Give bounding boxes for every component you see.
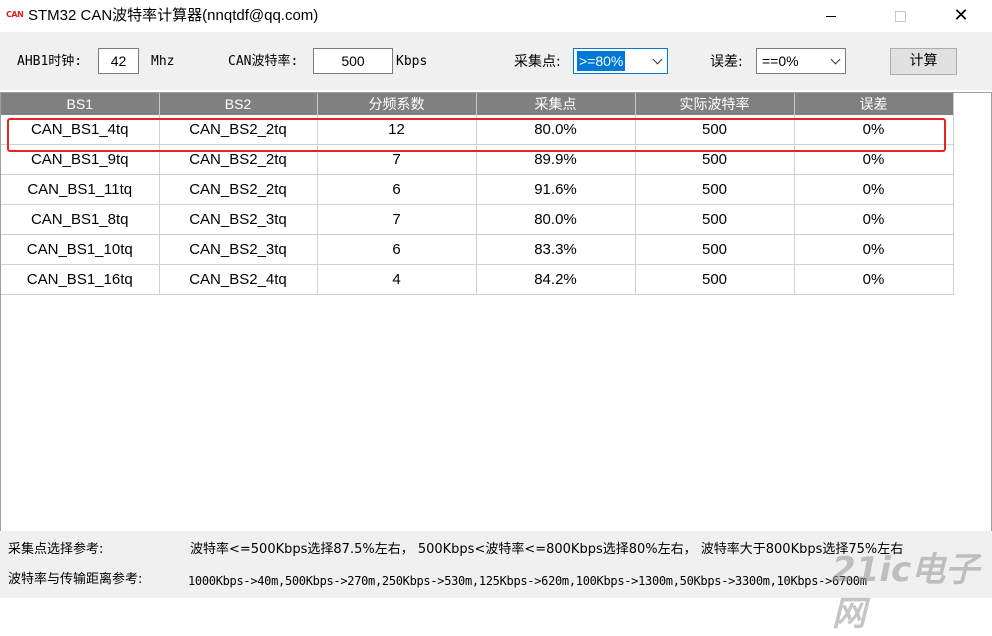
chevron-down-icon xyxy=(652,54,663,65)
table-cell: 500 xyxy=(635,144,795,175)
table-cell: CAN_BS2_2tq xyxy=(159,144,318,175)
maximize-icon xyxy=(894,10,906,22)
table-cell: CAN_BS1_16tq xyxy=(1,264,160,295)
table-cell: CAN_BS1_4tq xyxy=(1,115,160,145)
table-cell: 4 xyxy=(317,264,477,295)
results-table: BS1 BS2 分频系数 采集点 实际波特率 误差 CAN_BS1_4tq CA… xyxy=(1,93,954,295)
table-cell: CAN_BS2_2tq xyxy=(159,174,318,205)
window-title: STM32 CAN波特率计算器(nnqtdf@qq.com) xyxy=(28,7,319,24)
table-row[interactable]: CAN_BS1_8tq CAN_BS2_3tq 7 80.0% 500 0% xyxy=(1,204,954,235)
baud-rate-input[interactable]: 500 xyxy=(313,48,393,74)
baud-rate-unit: Kbps xyxy=(396,54,428,69)
table-cell: 500 xyxy=(635,204,795,235)
chevron-down-icon xyxy=(830,54,841,65)
table-cell: 500 xyxy=(635,234,795,265)
sample-point-value: >=80% xyxy=(577,51,626,71)
column-header-error[interactable]: 误差 xyxy=(794,93,954,115)
watermark-logo: 21ic电子网 xyxy=(832,550,980,634)
table-cell: 500 xyxy=(635,264,795,295)
table-cell: 12 xyxy=(317,115,477,145)
table-row[interactable]: CAN_BS1_4tq CAN_BS2_2tq 12 80.0% 500 0% xyxy=(1,115,954,145)
maximize-button[interactable] xyxy=(877,0,923,32)
table-cell: 0% xyxy=(794,204,954,235)
table-cell: CAN_BS1_9tq xyxy=(1,144,160,175)
table-row[interactable]: CAN_BS1_16tq CAN_BS2_4tq 4 84.2% 500 0% xyxy=(1,264,954,295)
table-row[interactable]: CAN_BS1_9tq CAN_BS2_2tq 7 89.9% 500 0% xyxy=(1,144,954,175)
table-cell: 91.6% xyxy=(476,174,636,205)
table-cell: 0% xyxy=(794,264,954,295)
table-header-row: BS1 BS2 分频系数 采集点 实际波特率 误差 xyxy=(1,93,954,115)
column-header-bs1[interactable]: BS1 xyxy=(1,93,160,115)
table-cell: CAN_BS2_4tq xyxy=(159,264,318,295)
table-cell: 80.0% xyxy=(476,115,636,145)
sample-ref-text: 波特率<=500Kbps选择87.5%左右， 500Kbps<波特率<=800K… xyxy=(190,542,904,557)
sample-point-label: 采集点: xyxy=(514,54,561,70)
distance-ref-text: 1000Kbps->40m,500Kbps->270m,250Kbps->530… xyxy=(188,574,867,588)
table-cell: CAN_BS2_2tq xyxy=(159,115,318,145)
table-row[interactable]: CAN_BS1_10tq CAN_BS2_3tq 6 83.3% 500 0% xyxy=(1,234,954,265)
table-cell: 500 xyxy=(635,174,795,205)
column-header-bs2[interactable]: BS2 xyxy=(159,93,318,115)
error-value: ==0% xyxy=(762,53,799,69)
column-header-actual-baud[interactable]: 实际波特率 xyxy=(635,93,795,115)
table-cell: 7 xyxy=(317,144,477,175)
table-cell: 84.2% xyxy=(476,264,636,295)
table-cell: CAN_BS1_11tq xyxy=(1,174,160,205)
table-cell: 0% xyxy=(794,115,954,145)
error-label: 误差: xyxy=(710,54,743,70)
table-cell: CAN_BS2_3tq xyxy=(159,234,318,265)
sample-ref-label: 采集点选择参考: xyxy=(8,542,104,557)
table-cell: 6 xyxy=(317,174,477,205)
table-cell: 7 xyxy=(317,204,477,235)
ahb-clock-input[interactable]: 42 xyxy=(98,48,139,74)
table-cell: 83.3% xyxy=(476,234,636,265)
table-cell: CAN_BS2_3tq xyxy=(159,204,318,235)
title-bar: CAN STM32 CAN波特率计算器(nnqtdf@qq.com) ✕ xyxy=(0,0,992,32)
table-cell: 0% xyxy=(794,234,954,265)
table-cell: 0% xyxy=(794,174,954,205)
table-cell: 80.0% xyxy=(476,204,636,235)
table-row[interactable]: CAN_BS1_11tq CAN_BS2_2tq 6 91.6% 500 0% xyxy=(1,174,954,205)
table-cell: CAN_BS1_8tq xyxy=(1,204,160,235)
results-grid[interactable]: BS1 BS2 分频系数 采集点 实际波特率 误差 CAN_BS1_4tq CA… xyxy=(0,92,992,532)
table-cell: 89.9% xyxy=(476,144,636,175)
ahb-clock-label: AHB1时钟: xyxy=(17,54,83,69)
table-cell: 500 xyxy=(635,115,795,145)
sample-point-select[interactable]: >=80% xyxy=(573,48,668,74)
baud-rate-label: CAN波特率: xyxy=(228,54,299,69)
calculate-button[interactable]: 计算 xyxy=(890,48,957,75)
minimize-icon xyxy=(826,15,836,17)
error-select[interactable]: ==0% xyxy=(756,48,846,74)
can-logo-icon: CAN xyxy=(6,10,24,19)
minimize-button[interactable] xyxy=(808,0,854,32)
close-icon: ✕ xyxy=(953,5,969,26)
table-cell: 6 xyxy=(317,234,477,265)
close-button[interactable]: ✕ xyxy=(938,0,984,32)
column-header-prescaler[interactable]: 分频系数 xyxy=(317,93,477,115)
table-cell: CAN_BS1_10tq xyxy=(1,234,160,265)
distance-ref-label: 波特率与传输距离参考: xyxy=(8,572,143,587)
column-header-sample-point[interactable]: 采集点 xyxy=(476,93,636,115)
table-cell: 0% xyxy=(794,144,954,175)
ahb-clock-unit: Mhz xyxy=(151,54,175,69)
